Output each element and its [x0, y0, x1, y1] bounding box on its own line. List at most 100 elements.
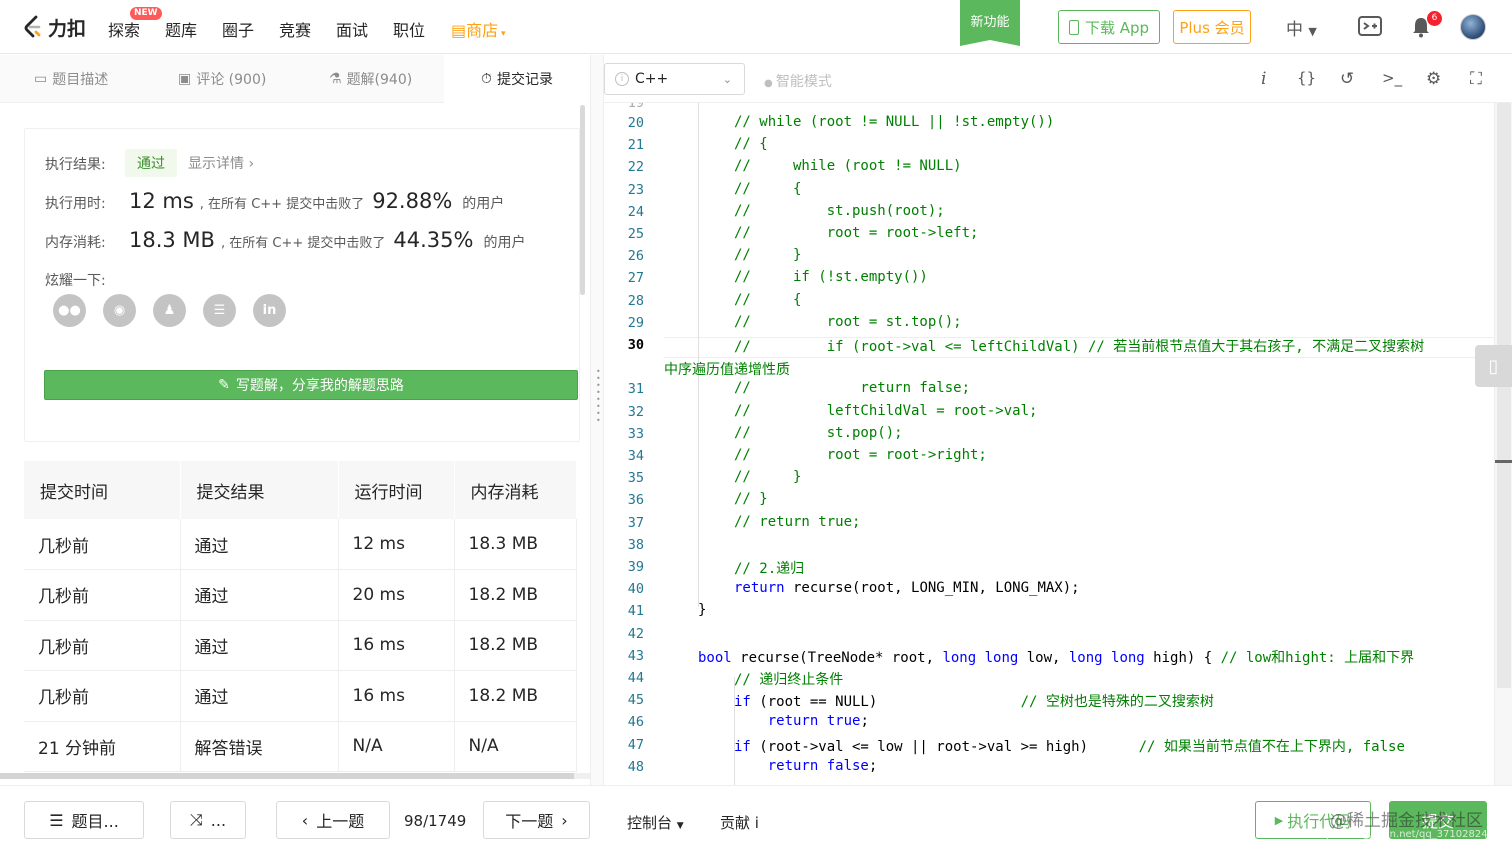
code-line: // return true;	[734, 514, 860, 530]
prev-problem-button[interactable]: ‹ 上一题	[276, 801, 390, 839]
code-token: (root->val <= low || root->val >= high)	[750, 738, 1139, 755]
left-scrollbar[interactable]	[580, 105, 585, 295]
leetcode-logo-icon	[24, 15, 41, 38]
side-panel-toggle-icon[interactable]: ▯	[1475, 345, 1512, 387]
smart-mode-toggle[interactable]: ● 智能模式	[764, 71, 832, 91]
code-token: // st.push(root);	[734, 202, 945, 219]
write-solution-button[interactable]: ✎ 写题解，分享我的解题思路	[44, 370, 578, 400]
code-line: // root = root->left;	[734, 225, 978, 241]
caret-down-icon: ▼	[676, 821, 684, 831]
console-toggle[interactable]: 控制台 ▼	[627, 812, 684, 833]
wrapped-comment: 中序遍历值递增性质	[664, 362, 790, 378]
playground-icon[interactable]	[1358, 16, 1382, 43]
editor-scrollbar[interactable]	[1494, 103, 1512, 785]
code-line: }	[698, 602, 706, 618]
code-line: // 2.递归	[734, 558, 804, 578]
braces-icon[interactable]: {}	[1297, 69, 1316, 87]
nav-contest[interactable]: 竞赛	[279, 17, 311, 41]
table-row[interactable]: 21 分钟前 解答错误 N/A N/A	[24, 721, 577, 772]
cell-result[interactable]: 解答错误	[180, 721, 339, 772]
table-row[interactable]: 几秒前 通过 12 ms 18.3 MB	[24, 519, 577, 570]
chevron-down-icon: ▾	[498, 29, 506, 39]
douban-icon[interactable]: ☰	[203, 294, 236, 327]
reset-icon[interactable]: ↺	[1340, 69, 1354, 89]
cell-runtime: 20 ms	[338, 569, 455, 621]
write-solution-label: 写题解，分享我的解题思路	[235, 378, 404, 394]
nav-circle[interactable]: 圈子	[222, 17, 254, 41]
linkedin-icon[interactable]: in	[253, 294, 286, 327]
line-number: 19	[627, 103, 644, 111]
qq-icon[interactable]: ♟	[153, 294, 186, 327]
cell-memory: 18.2 MB	[454, 670, 577, 722]
cell-time: 几秒前	[24, 670, 181, 722]
language-select[interactable]: i C++ ⌄	[604, 63, 745, 95]
tab-comments[interactable]: ▣ 评论 (900)	[178, 55, 266, 103]
language-switch[interactable]: 中 ▼	[1286, 15, 1317, 40]
code-line: // }	[734, 247, 801, 263]
cell-memory: N/A	[454, 721, 577, 772]
runtime-row: 执行用时: 12 ms , 在所有 C++ 提交中击败了 92.88% 的用户	[45, 189, 504, 213]
code-line: // st.pop();	[734, 425, 903, 441]
tab-solutions[interactable]: ⚗ 题解(940)	[329, 55, 412, 103]
code-token: // leftChildVal = root->val;	[734, 402, 1038, 419]
code-line: bool recurse(TreeNode* root, long long l…	[698, 647, 1414, 667]
plus-member-button[interactable]: Plus 会员	[1173, 10, 1251, 44]
line-number: 27	[627, 270, 644, 287]
nav-explore[interactable]: 探索	[108, 17, 140, 41]
left-horizontal-scrollbar[interactable]	[0, 773, 590, 779]
code-line: // }	[734, 491, 768, 507]
code-token: return true	[767, 713, 861, 730]
random-button[interactable]: ⤨...	[170, 801, 246, 839]
contribute-link[interactable]: 贡献 i	[720, 812, 759, 833]
phone-icon	[1068, 19, 1079, 35]
table-row[interactable]: 几秒前 通过 16 ms 18.2 MB	[24, 670, 577, 722]
cell-result[interactable]: 通过	[180, 620, 339, 671]
download-app-button[interactable]: 下载 App	[1058, 10, 1160, 44]
code-token: ;	[868, 757, 878, 774]
new-feature-ribbon[interactable]: 新功能	[960, 0, 1020, 46]
wechat-icon[interactable]: ●●	[53, 294, 86, 327]
line-number: 34	[627, 448, 644, 464]
logo[interactable]: 力扣	[22, 13, 86, 41]
nav-jobs[interactable]: 职位	[393, 17, 425, 41]
nav-problems[interactable]: 题库	[165, 17, 197, 41]
dot-icon: ●	[764, 78, 776, 89]
line-number: 28	[627, 292, 644, 309]
gear-icon[interactable]: ⚙	[1426, 69, 1441, 89]
line-number: 47	[627, 736, 644, 753]
comment-icon: ▣	[178, 71, 192, 87]
tab-solutions-label: 题解(940)	[346, 72, 413, 88]
problem-list-button[interactable]: ☰ 题目...	[24, 801, 144, 839]
nav-interview[interactable]: 面试	[336, 17, 368, 41]
code-token: return	[734, 580, 785, 597]
code-token: // }	[734, 491, 768, 508]
table-row[interactable]: 几秒前 通过 16 ms 18.2 MB	[24, 620, 577, 671]
cell-result[interactable]: 通过	[180, 569, 339, 621]
info-icon[interactable]: i	[1261, 69, 1266, 89]
table-row[interactable]: 几秒前 通过 20 ms 18.2 MB	[24, 569, 577, 621]
editor-scroll-thumb[interactable]	[1497, 103, 1511, 688]
code-line: // leftChildVal = root->val;	[734, 403, 1037, 419]
left-horizontal-scroll-thumb[interactable]	[0, 773, 574, 779]
panel-resize-handle[interactable]: • • • • • • • •	[590, 55, 604, 785]
watermark: @稀土掘金技术社区	[1330, 811, 1483, 831]
random-label: ...	[210, 810, 227, 830]
line-number: 26	[627, 248, 644, 265]
next-problem-button[interactable]: 下一题 ›	[483, 801, 590, 839]
show-detail-link[interactable]: 显示详情 ›	[188, 153, 254, 173]
cell-result[interactable]: 通过	[180, 519, 339, 570]
drag-dots-icon: • • • • • • • •	[596, 367, 601, 425]
tab-submissions[interactable]: ⏱ 提交记录	[444, 55, 590, 103]
top-nav: 力扣 探索 NEW 题库 圈子 竞赛 面试 职位 ▤商店 ▾ 新功能 下载 Ap…	[0, 0, 1512, 54]
code-editor[interactable]: 19 20 21 22 23 24 25 26 27 28 29 30 31 32 33 34 35 36 37 3…	[604, 103, 1512, 785]
nav-store[interactable]: ▤商店 ▾	[451, 17, 506, 41]
terminal-icon[interactable]: >_	[1382, 69, 1402, 87]
code-token: // while (root != NULL)	[734, 158, 962, 175]
cell-result[interactable]: 通过	[180, 670, 339, 722]
weibo-icon[interactable]: ◉	[103, 294, 136, 327]
fullscreen-icon[interactable]: ⛶	[1470, 69, 1482, 89]
tab-description[interactable]: ▭ 题目描述	[34, 55, 108, 103]
avatar[interactable]	[1460, 14, 1486, 40]
